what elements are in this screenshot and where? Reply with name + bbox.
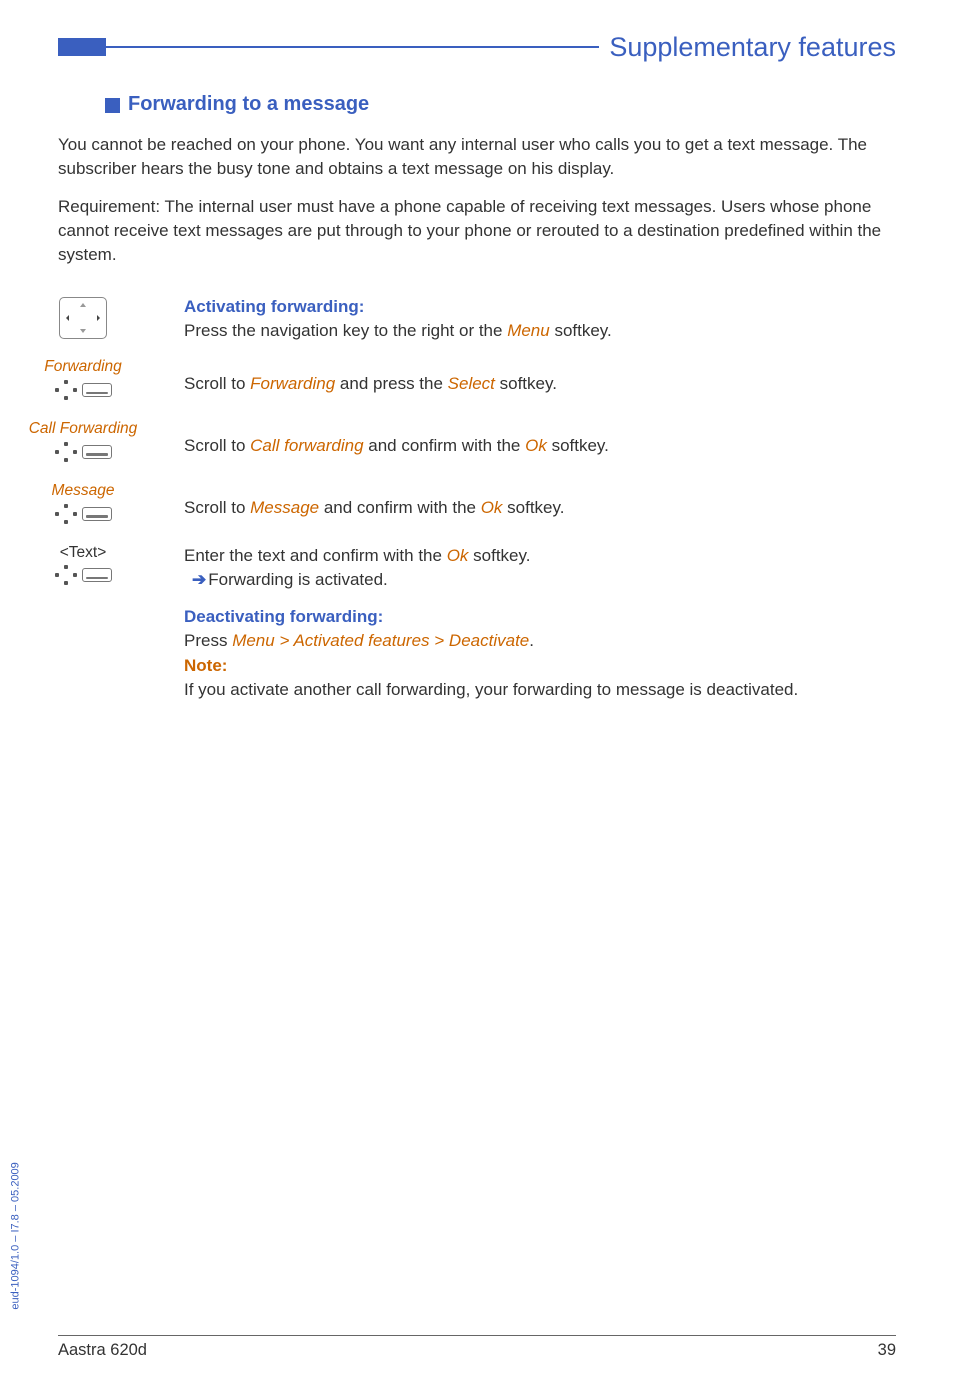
step-icon-col <box>0 295 184 346</box>
step-text: Scroll to Forwarding and press the Selec… <box>184 358 954 408</box>
s5-a: Enter the text and confirm with the <box>184 546 447 565</box>
step-row: <Text> Enter the text and confirm with t… <box>0 544 954 594</box>
step-label: Message <box>0 482 166 501</box>
step-text: Scroll to Call forwarding and confirm wi… <box>184 420 954 470</box>
step-row: Deactivating forwarding: Press Menu > Ac… <box>0 605 954 702</box>
step-row: Message Scroll to Message and confirm wi… <box>0 482 954 532</box>
step-row: Call Forwarding Scroll to Call forwardin… <box>0 420 954 470</box>
s6-dot: . <box>529 631 534 650</box>
s4-b: and confirm with the <box>319 498 481 517</box>
page-number: 39 <box>878 1339 896 1362</box>
rocker-softkey-icon <box>54 379 112 401</box>
note-text: If you activate another call forwarding,… <box>184 678 896 702</box>
step-row: Forwarding Scroll to Forwarding and pres… <box>0 358 954 408</box>
s3-a: Scroll to <box>184 436 250 455</box>
deactivating-title: Deactivating forwarding: <box>184 607 383 626</box>
section-title: Forwarding to a message <box>128 90 369 118</box>
s5-result: Forwarding is activated. <box>208 570 388 589</box>
page-header: Supplementary features <box>58 28 896 66</box>
s2-b: and press the <box>335 374 447 393</box>
activated-term: Activated features <box>293 631 429 650</box>
ok-term2: Ok <box>481 498 503 517</box>
heading-bullet-icon <box>105 98 120 113</box>
select-term: Select <box>448 374 495 393</box>
ok-term: Ok <box>525 436 547 455</box>
intro-p1: You cannot be reached on your phone. You… <box>58 133 896 181</box>
section-heading: Forwarding to a message <box>105 90 896 118</box>
header-rule <box>106 46 599 48</box>
footer-rule <box>58 1335 896 1336</box>
step-text: Enter the text and confirm with the Ok s… <box>184 544 954 594</box>
s4-a: Scroll to <box>184 498 250 517</box>
step1-b: softkey. <box>550 321 612 340</box>
s3-b: and confirm with the <box>364 436 526 455</box>
menu-term: Menu <box>507 321 550 340</box>
step-icon-col: Forwarding <box>0 358 184 408</box>
menu-term2: Menu <box>232 631 275 650</box>
s6-press: Press <box>184 631 232 650</box>
page-title: Supplementary features <box>609 28 896 66</box>
nav-key-icon <box>59 297 107 339</box>
step1-a: Press the navigation key to the right or… <box>184 321 507 340</box>
ok-term3: Ok <box>447 546 469 565</box>
steps-list: Activating forwarding: Press the navigat… <box>0 295 954 702</box>
intro-p2: Requirement: The internal user must have… <box>58 195 896 267</box>
rocker-softkey-icon <box>54 564 112 586</box>
step-text: Deactivating forwarding: Press Menu > Ac… <box>184 605 954 702</box>
footer-model: Aastra 620d <box>58 1339 147 1362</box>
s3-c: softkey. <box>547 436 609 455</box>
step-icon-col <box>0 605 184 702</box>
forwarding-term: Forwarding <box>250 374 335 393</box>
header-accent-block <box>58 38 106 56</box>
gt2: > <box>430 631 449 650</box>
step-text: Scroll to Message and confirm with the O… <box>184 482 954 532</box>
intro-text: You cannot be reached on your phone. You… <box>58 133 896 268</box>
deactivate-term: Deactivate <box>449 631 529 650</box>
step-icon-col: <Text> <box>0 544 184 594</box>
step-label: Forwarding <box>0 358 166 377</box>
s2-c: softkey. <box>495 374 557 393</box>
step-label: Call Forwarding <box>0 420 166 439</box>
message-term: Message <box>250 498 319 517</box>
gt1: > <box>275 631 294 650</box>
arrow-icon: ➔ <box>192 570 206 589</box>
step-label-text: <Text> <box>0 544 166 563</box>
step-icon-col: Message <box>0 482 184 532</box>
rocker-softkey-icon <box>54 441 112 463</box>
callfwd-term: Call forwarding <box>250 436 363 455</box>
s5-b: softkey. <box>468 546 530 565</box>
step-row: Activating forwarding: Press the navigat… <box>0 295 954 346</box>
doc-id-sidebar: eud-1094/1.0 – I7.8 – 05.2009 <box>8 1163 24 1310</box>
activating-title: Activating forwarding: <box>184 297 364 316</box>
note-label: Note: <box>184 656 227 675</box>
rocker-softkey-icon <box>54 503 112 525</box>
s2-a: Scroll to <box>184 374 250 393</box>
step-icon-col: Call Forwarding <box>0 420 184 470</box>
step-text: Activating forwarding: Press the navigat… <box>184 295 954 346</box>
s4-c: softkey. <box>502 498 564 517</box>
